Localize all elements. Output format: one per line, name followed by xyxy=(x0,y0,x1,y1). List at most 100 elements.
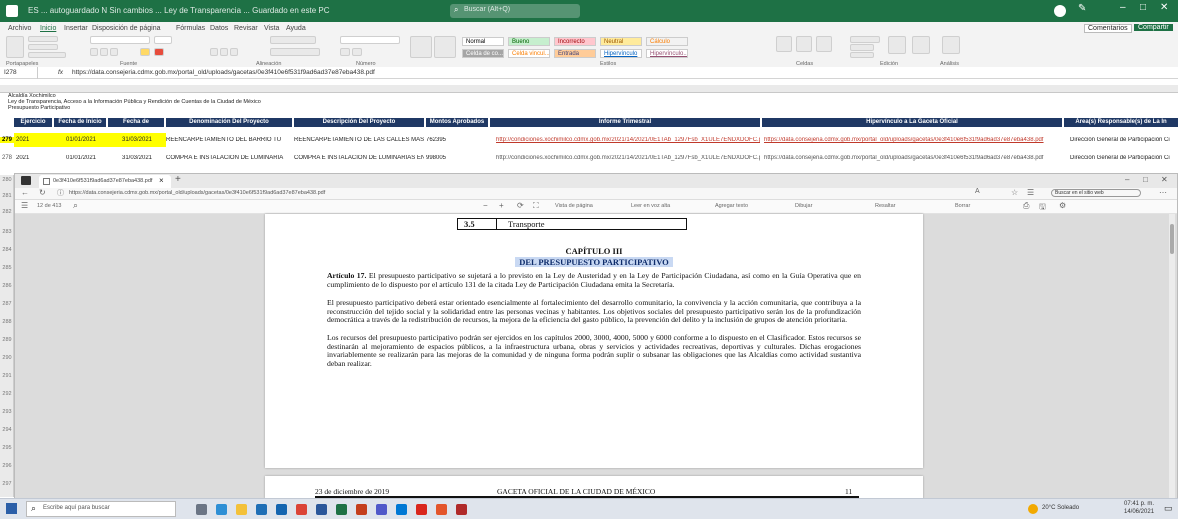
header-ejercicio[interactable]: Ejercicio xyxy=(14,118,52,127)
row-number[interactable]: 296 xyxy=(0,463,14,469)
cut-button[interactable] xyxy=(28,36,58,42)
font-color-button[interactable] xyxy=(154,48,164,56)
row-number[interactable]: 280 xyxy=(0,177,14,183)
rotate-icon[interactable]: ⟳ xyxy=(517,201,524,210)
teams-icon[interactable] xyxy=(376,504,387,515)
favorites-icon[interactable]: ☰ xyxy=(1027,188,1034,197)
info-line-3[interactable]: Presupuesto Participativo xyxy=(8,105,70,111)
currency-button[interactable] xyxy=(340,48,350,56)
close-icon[interactable]: ✕ xyxy=(1160,2,1168,13)
edge-icon[interactable] xyxy=(216,504,227,515)
tab-archivo[interactable]: Archivo xyxy=(8,25,31,32)
cell-area[interactable]: Dirección General de Participación Ci xyxy=(1070,137,1178,143)
header-gaceta[interactable]: Hipervínculo a La Gaceta Oficial xyxy=(762,118,1062,127)
cell-informe-link[interactable]: http://condiciones.xochimilco.cdmx.gob.m… xyxy=(496,155,760,161)
more-icon[interactable]: ⋯ xyxy=(1159,188,1167,197)
clock-time[interactable]: 07:41 p. m. xyxy=(1124,501,1154,507)
tab-close-icon[interactable]: × xyxy=(159,176,164,185)
style-bueno[interactable]: Bueno xyxy=(508,37,550,46)
taskbar-search[interactable]: ⌕ Escribe aquí para buscar xyxy=(26,501,176,517)
page-counter[interactable]: 12 de 413 xyxy=(37,203,61,209)
settings-icon[interactable]: ⚙ xyxy=(1059,201,1066,210)
save-icon[interactable]: 🖫 xyxy=(1039,201,1046,215)
info-icon[interactable]: ⓘ xyxy=(57,188,64,198)
header-montos[interactable]: Montos Aprobados xyxy=(426,118,488,127)
cell-monto[interactable]: 762395 xyxy=(426,137,486,143)
row-number[interactable]: 278 xyxy=(0,155,14,161)
browser-minimize-icon[interactable]: – xyxy=(1125,175,1129,184)
draw-button[interactable]: Dibujar xyxy=(795,203,812,209)
find-select-button[interactable] xyxy=(912,36,930,54)
row-number[interactable]: 281 xyxy=(0,193,14,199)
weather-icon[interactable] xyxy=(1028,504,1038,514)
cell-denominacion[interactable]: REENCARPETAMIENTO DEL BARRIO TU xyxy=(166,137,294,143)
style-celda-vinculada[interactable]: Celda vincul... xyxy=(508,49,550,58)
cell-informe-link[interactable]: http://condiciones.xochimilco.cdmx.gob.m… xyxy=(496,137,760,143)
print-icon[interactable]: ⎙ xyxy=(1023,201,1029,211)
chrome-icon[interactable] xyxy=(296,504,307,515)
delete-cells-button[interactable] xyxy=(796,36,812,52)
row-number[interactable]: 292 xyxy=(0,391,14,397)
not-syncing-button[interactable]: Buscar en el sitio web xyxy=(1051,189,1141,197)
tab-vista[interactable]: Vista xyxy=(264,25,279,32)
cell-gaceta-link[interactable]: https://data.consejeria.cdmx.gob.mx/port… xyxy=(764,137,1060,143)
scrollbar[interactable] xyxy=(1169,214,1175,499)
cell-fecha-inicio[interactable]: 01/01/2021 xyxy=(54,155,108,161)
autosum-button[interactable] xyxy=(850,36,880,43)
style-entrada[interactable]: Entrada xyxy=(554,49,596,58)
zoom-in-icon[interactable]: + xyxy=(499,201,504,210)
cell-fecha-fin[interactable]: 31/03/2021 xyxy=(108,133,166,147)
style-hipervinculo-visitado[interactable]: Hipervínculo... xyxy=(646,49,688,58)
row-number[interactable]: 282 xyxy=(0,209,14,215)
header-denominacion[interactable]: Denominación Del Proyecto xyxy=(166,118,292,127)
number-format-select[interactable] xyxy=(340,36,400,44)
file-explorer-icon[interactable] xyxy=(236,504,247,515)
conditional-format-button[interactable] xyxy=(410,36,432,58)
row-number[interactable]: 287 xyxy=(0,301,14,307)
window-menu-icon[interactable] xyxy=(21,176,31,185)
cell-ejercicio[interactable]: 2021 xyxy=(16,155,54,161)
sort-filter-button[interactable] xyxy=(888,36,906,54)
row-number[interactable]: 285 xyxy=(0,265,14,271)
bold-button[interactable] xyxy=(90,48,98,56)
align-right-button[interactable] xyxy=(230,48,238,56)
minimize-icon[interactable]: – xyxy=(1120,2,1126,13)
page-view-button[interactable]: Vista de página xyxy=(555,203,593,209)
cell-descripcion[interactable]: COMPRA E INSTALACIÓN DE LUMINARIAS EN xyxy=(294,155,424,161)
app-icon[interactable] xyxy=(456,504,467,515)
comments-button[interactable]: Comentarios xyxy=(1084,24,1132,33)
browser-maximize-icon[interactable]: □ xyxy=(1143,175,1148,184)
underline-button[interactable] xyxy=(110,48,118,56)
cell-fecha-inicio[interactable]: 01/01/2021 xyxy=(54,133,108,147)
paste-button[interactable] xyxy=(6,36,24,58)
clock-date[interactable]: 14/06/2021 xyxy=(1124,509,1154,515)
user-avatar[interactable] xyxy=(1054,5,1066,17)
cell-denominacion[interactable]: COMPRA E INSTALACIÓN DE LUMINARIA xyxy=(166,155,294,161)
style-hipervinculo[interactable]: Hipervínculo xyxy=(600,49,642,58)
row-number[interactable]: 279 xyxy=(0,137,14,143)
font-size-select[interactable] xyxy=(154,36,172,44)
mail-icon[interactable] xyxy=(276,504,287,515)
style-celda-comprobacion[interactable]: Celda de co... xyxy=(462,49,504,58)
highlight-button[interactable]: Resaltar xyxy=(875,203,895,209)
row-number[interactable]: 297 xyxy=(0,481,14,487)
row-number[interactable]: 293 xyxy=(0,409,14,415)
cell-monto[interactable]: 998005 xyxy=(426,155,486,161)
powerpoint-icon[interactable] xyxy=(356,504,367,515)
tab-datos[interactable]: Datos xyxy=(210,25,228,32)
header-fecha-inicio[interactable]: Fecha de Inicio xyxy=(54,118,106,127)
formula-input[interactable]: https://data.consejeria.cdmx.gob.mx/port… xyxy=(72,67,375,79)
browser-tab[interactable]: 0e3f410e6f531f9ad6ad37e87eba438.pdf × xyxy=(39,175,171,188)
row-number[interactable]: 294 xyxy=(0,427,14,433)
scrollbar-thumb[interactable] xyxy=(1170,224,1174,254)
wrap-text-button[interactable] xyxy=(270,36,316,44)
fill-color-button[interactable] xyxy=(140,48,150,56)
row-number[interactable]: 291 xyxy=(0,373,14,379)
notification-icon[interactable]: ▭ xyxy=(1164,503,1173,514)
excel-icon[interactable] xyxy=(336,504,347,515)
maximize-icon[interactable]: □ xyxy=(1140,2,1146,13)
style-incorrecto[interactable]: Incorrecto xyxy=(554,37,596,46)
tab-inicio[interactable]: Inicio xyxy=(40,25,56,32)
app-icon[interactable] xyxy=(436,504,447,515)
header-descripcion[interactable]: Descripción Del Proyecto xyxy=(294,118,424,127)
